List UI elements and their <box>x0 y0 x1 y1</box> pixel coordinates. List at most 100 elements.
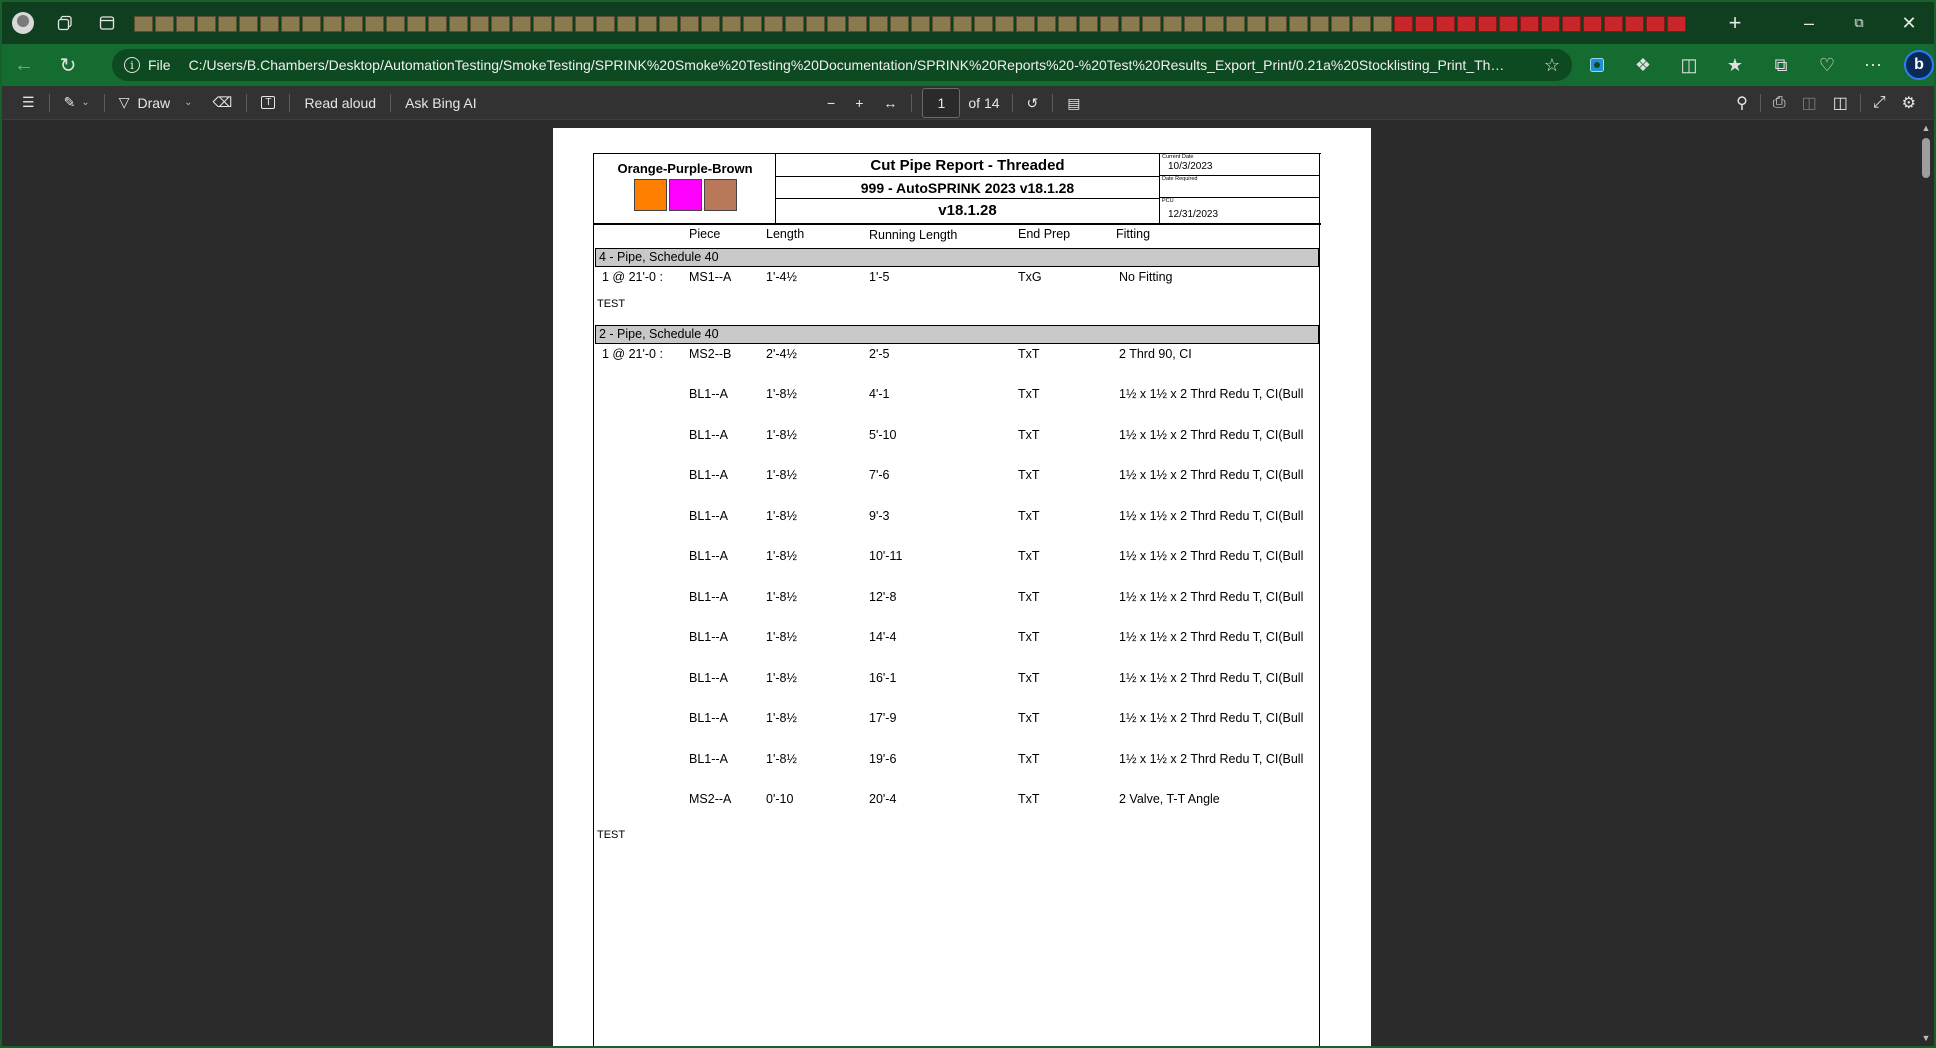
browser-tab[interactable] <box>764 16 783 32</box>
browser-tab[interactable] <box>386 16 405 32</box>
browser-tab[interactable] <box>1583 16 1602 32</box>
browser-essentials-button[interactable]: ♡ <box>1804 44 1850 86</box>
browser-tab[interactable] <box>1142 16 1161 32</box>
browser-tab[interactable] <box>1667 16 1686 32</box>
highlight-button[interactable]: ✎ ⌄ <box>54 86 100 120</box>
browser-tab[interactable] <box>260 16 279 32</box>
scrollbar-thumb[interactable] <box>1922 138 1930 178</box>
favorite-star-icon[interactable]: ☆ <box>1544 55 1560 76</box>
browser-tab[interactable] <box>974 16 993 32</box>
browser-tab[interactable] <box>1331 16 1350 32</box>
scroll-up-arrow-icon[interactable]: ▲ <box>1918 120 1934 136</box>
read-aloud-button[interactable]: Read aloud <box>294 86 386 120</box>
extensions-button[interactable]: ❖ <box>1620 44 1666 86</box>
browser-tab[interactable] <box>1016 16 1035 32</box>
browser-tab[interactable] <box>1184 16 1203 32</box>
info-icon[interactable]: i <box>124 57 140 73</box>
tab-actions-button[interactable] <box>86 2 128 44</box>
browser-tab[interactable] <box>428 16 447 32</box>
browser-tab[interactable] <box>596 16 615 32</box>
browser-tab[interactable] <box>1205 16 1224 32</box>
extension-button[interactable] <box>1574 44 1620 86</box>
browser-tab[interactable] <box>638 16 657 32</box>
browser-tab[interactable] <box>1079 16 1098 32</box>
browser-tab[interactable] <box>1289 16 1308 32</box>
browser-tab[interactable] <box>722 16 741 32</box>
pdf-settings-button[interactable]: ⚙ <box>1894 86 1924 120</box>
fullscreen-button[interactable]: ⤢ <box>1865 86 1894 120</box>
browser-tab[interactable] <box>785 16 804 32</box>
vertical-scrollbar[interactable]: ▲ ▼ <box>1918 120 1934 1046</box>
close-window-button[interactable]: ✕ <box>1884 2 1934 44</box>
browser-tab[interactable] <box>1415 16 1434 32</box>
browser-tab[interactable] <box>1625 16 1644 32</box>
rotate-button[interactable]: ↺ <box>1017 86 1049 120</box>
browser-tab[interactable] <box>554 16 573 32</box>
fit-to-width-button[interactable]: ↔ <box>873 86 907 120</box>
browser-tab[interactable] <box>1436 16 1455 32</box>
favorites-button[interactable]: ★ <box>1712 44 1758 86</box>
browser-tab[interactable] <box>491 16 510 32</box>
page-view-button[interactable]: ▤ <box>1057 86 1090 120</box>
browser-tab[interactable] <box>1499 16 1518 32</box>
browser-tab[interactable] <box>365 16 384 32</box>
browser-tab[interactable] <box>239 16 258 32</box>
browser-tab[interactable] <box>470 16 489 32</box>
browser-tab[interactable] <box>1352 16 1371 32</box>
browser-tab[interactable] <box>1100 16 1119 32</box>
browser-tab[interactable] <box>281 16 300 32</box>
browser-tab[interactable] <box>743 16 762 32</box>
browser-tab[interactable] <box>827 16 846 32</box>
ask-bing-button[interactable]: Ask Bing AI <box>395 86 487 120</box>
zoom-in-button[interactable]: + <box>845 86 873 120</box>
browser-tab[interactable] <box>1646 16 1665 32</box>
browser-tab[interactable] <box>806 16 825 32</box>
erase-button[interactable]: ⌫ <box>203 86 243 120</box>
browser-tab[interactable] <box>1310 16 1329 32</box>
browser-tab[interactable] <box>1478 16 1497 32</box>
browser-tab[interactable] <box>512 16 531 32</box>
browser-tab[interactable] <box>1163 16 1182 32</box>
browser-tab[interactable] <box>1541 16 1560 32</box>
browser-tab[interactable] <box>176 16 195 32</box>
split-screen-button[interactable]: ◫ <box>1666 44 1712 86</box>
browser-tab[interactable] <box>617 16 636 32</box>
browser-tab[interactable] <box>1058 16 1077 32</box>
browser-tab[interactable] <box>890 16 909 32</box>
save-as-button[interactable]: ◫ <box>1825 86 1856 120</box>
browser-tab[interactable] <box>155 16 174 32</box>
browser-tab[interactable] <box>1268 16 1287 32</box>
browser-tab[interactable] <box>1457 16 1476 32</box>
back-button[interactable]: ← <box>2 44 46 86</box>
address-bar[interactable]: i File C:/Users/B.Chambers/Desktop/Autom… <box>112 49 1572 81</box>
browser-tab[interactable] <box>1247 16 1266 32</box>
browser-tab[interactable] <box>932 16 951 32</box>
save-button[interactable]: ◫ <box>1794 86 1825 120</box>
browser-tab[interactable] <box>1037 16 1056 32</box>
browser-tab[interactable] <box>344 16 363 32</box>
browser-tab[interactable] <box>449 16 468 32</box>
url-text[interactable]: C:/Users/B.Chambers/Desktop/AutomationTe… <box>189 57 1509 73</box>
browser-tab[interactable] <box>134 16 153 32</box>
browser-tab[interactable] <box>1562 16 1581 32</box>
zoom-out-button[interactable]: − <box>817 86 845 120</box>
browser-tab[interactable] <box>533 16 552 32</box>
browser-tab[interactable] <box>680 16 699 32</box>
browser-tab[interactable] <box>1373 16 1392 32</box>
refresh-button[interactable]: ↻ <box>46 44 90 86</box>
restore-button[interactable]: ⧉ <box>1834 2 1884 44</box>
print-button[interactable]: ⎙ <box>1765 86 1794 120</box>
browser-tab[interactable] <box>869 16 888 32</box>
browser-tab[interactable] <box>302 16 321 32</box>
browser-tab[interactable] <box>659 16 678 32</box>
workspaces-button[interactable] <box>44 2 86 44</box>
browser-tab[interactable] <box>1121 16 1140 32</box>
contents-button[interactable]: ☰ <box>2 86 45 120</box>
browser-tab[interactable] <box>995 16 1014 32</box>
browser-tab[interactable] <box>407 16 426 32</box>
browser-tab[interactable] <box>197 16 216 32</box>
browser-tab[interactable] <box>911 16 930 32</box>
add-text-button[interactable]: T <box>251 86 285 120</box>
scroll-down-arrow-icon[interactable]: ▼ <box>1918 1030 1934 1046</box>
page-number-input[interactable]: 1 <box>922 88 961 118</box>
